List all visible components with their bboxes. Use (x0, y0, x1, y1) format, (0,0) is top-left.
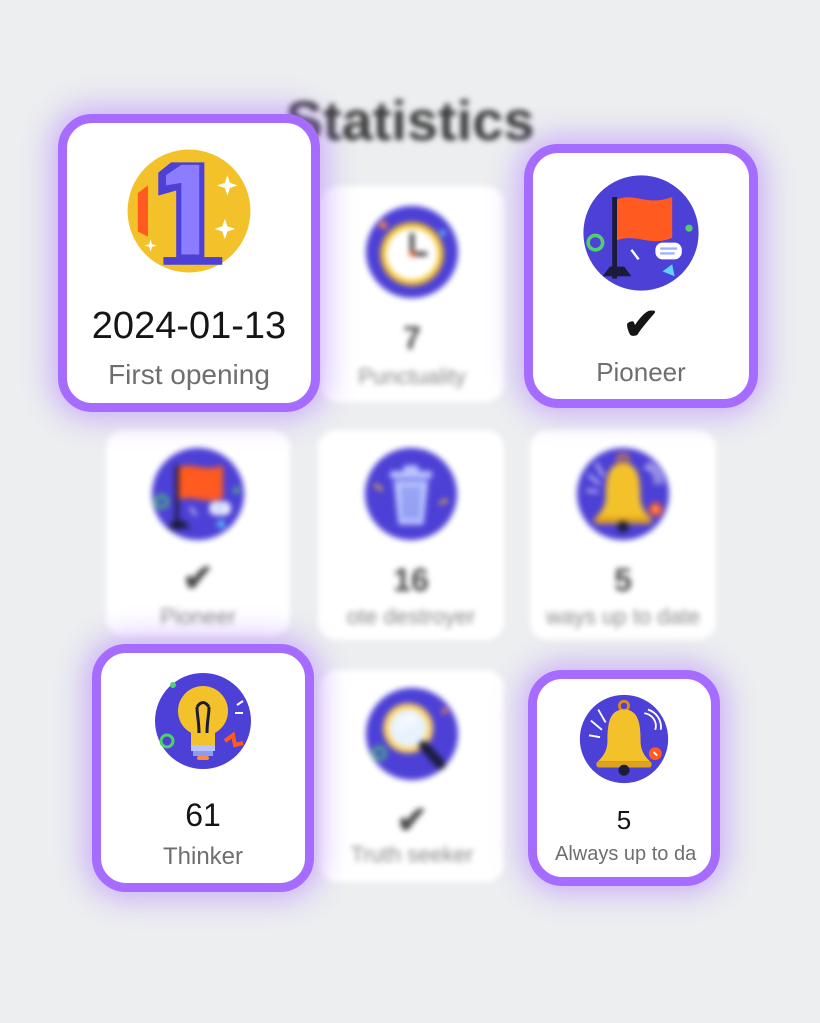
stat-value: 61 (185, 797, 221, 833)
stat-value: 2024-01-13 (91, 305, 287, 347)
flag-icon (581, 173, 701, 293)
stat-label: First opening (108, 359, 270, 390)
stat-value: 7 (403, 320, 421, 356)
stat-card-always-up-to-date[interactable]: 5 ways up to date (530, 430, 716, 640)
stat-value: ✔ (622, 300, 660, 349)
stat-card-pioneer[interactable]: ✔ Pioneer (106, 430, 290, 636)
stat-label: ote destroyer (346, 604, 476, 629)
stat-card-truth-seeker[interactable]: ✔ Truth seeker (320, 670, 504, 882)
stat-card-note-destroyer[interactable]: 16 ote destroyer (318, 430, 504, 640)
stat-label: Always up to da (555, 843, 697, 865)
number-one-icon (125, 147, 253, 275)
magnifier-icon (364, 686, 460, 782)
stat-label: Pioneer (160, 604, 236, 629)
flag-icon (150, 446, 246, 542)
stat-value: 16 (393, 562, 429, 598)
stat-label: Punctuality (358, 364, 466, 389)
stat-value: ✔ (182, 558, 214, 600)
bell-icon (575, 446, 671, 542)
clock-icon (364, 204, 460, 300)
stat-value: ✔ (396, 800, 428, 842)
stat-card-first-opening[interactable]: 2024-01-13 First opening (58, 114, 320, 412)
stat-card-thinker[interactable]: 61 Thinker (92, 644, 314, 892)
stat-card-pioneer-highlight[interactable]: ✔ Pioneer (524, 144, 758, 408)
stat-value: 5 (614, 562, 632, 598)
statistics-screen: Statistics 7 Punctuality ✔ Pioneer 16 ot… (0, 0, 820, 1023)
stat-card-always-up-to-date-highlight[interactable]: 5 Always up to da (528, 670, 720, 886)
trash-icon (363, 446, 459, 542)
stat-card-punctuality[interactable]: 7 Punctuality (320, 186, 504, 402)
lightbulb-icon (153, 671, 253, 771)
stat-value: 5 (616, 805, 632, 835)
bell-icon (578, 693, 670, 785)
stat-label: ways up to date (545, 604, 701, 629)
stat-label: Pioneer (596, 357, 686, 387)
stat-label: Thinker (162, 843, 244, 870)
stat-label: Truth seeker (350, 842, 474, 867)
